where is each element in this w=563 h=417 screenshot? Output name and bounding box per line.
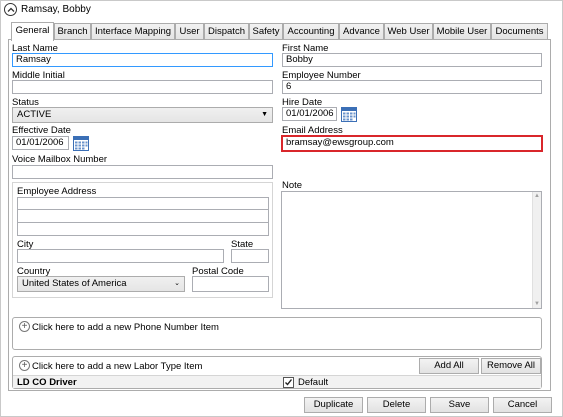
voice-mailbox-label: Voice Mailbox Number bbox=[12, 154, 108, 165]
delete-button[interactable]: Delete bbox=[367, 397, 426, 413]
tab-branch[interactable]: Branch bbox=[54, 23, 91, 40]
note-label: Note bbox=[282, 180, 303, 191]
tab-web-user[interactable]: Web User bbox=[384, 23, 433, 40]
tab-general[interactable]: General bbox=[11, 22, 54, 41]
window-title: Ramsay, Bobby bbox=[21, 4, 91, 15]
employee-number-field[interactable]: 6 bbox=[282, 80, 542, 94]
postal-code-field[interactable] bbox=[192, 276, 269, 292]
tab-advance[interactable]: Advance bbox=[339, 23, 384, 40]
chevron-down-icon: ▼ bbox=[261, 111, 268, 118]
add-circle-icon[interactable]: + bbox=[19, 360, 30, 371]
hire-date-field[interactable]: 01/01/2006 bbox=[282, 107, 337, 121]
status-select[interactable]: ACTIVE ▼ bbox=[12, 107, 273, 123]
note-textarea[interactable]: ▲ ▼ bbox=[281, 191, 542, 309]
tab-safety[interactable]: Safety bbox=[249, 23, 283, 40]
labor-type-row[interactable]: LD CO Driver Default bbox=[13, 375, 541, 388]
collapse-chevron-icon[interactable] bbox=[4, 3, 17, 16]
scroll-down-icon[interactable]: ▼ bbox=[534, 301, 540, 307]
status-select-value: ACTIVE bbox=[17, 109, 52, 120]
phone-number-section: + Click here to add a new Phone Number I… bbox=[12, 317, 542, 350]
labor-type-name: LD CO Driver bbox=[17, 377, 77, 388]
email-address-field[interactable]: bramsay@ewsgroup.com bbox=[281, 135, 543, 152]
save-button[interactable]: Save bbox=[430, 397, 489, 413]
duplicate-button[interactable]: Duplicate bbox=[304, 397, 363, 413]
calendar-icon[interactable] bbox=[341, 106, 357, 122]
add-labor-type-link[interactable]: Click here to add a new Labor Type Item bbox=[32, 361, 202, 372]
add-circle-icon[interactable]: + bbox=[19, 321, 30, 332]
default-checkbox[interactable] bbox=[283, 377, 294, 388]
tab-documents[interactable]: Documents bbox=[491, 23, 548, 40]
add-all-button[interactable]: Add All bbox=[419, 358, 479, 374]
address-line2-field[interactable] bbox=[17, 209, 269, 223]
tab-interface-mapping[interactable]: Interface Mapping bbox=[91, 23, 175, 40]
tab-user[interactable]: User bbox=[175, 23, 204, 40]
country-select[interactable]: United States of America ⌄ bbox=[17, 276, 185, 292]
voice-mailbox-field[interactable] bbox=[12, 165, 273, 179]
last-name-field[interactable]: Ramsay bbox=[12, 53, 273, 67]
city-field[interactable] bbox=[17, 249, 224, 263]
employee-address-label: Employee Address bbox=[17, 186, 97, 197]
cancel-button[interactable]: Cancel bbox=[493, 397, 552, 413]
state-field[interactable] bbox=[231, 249, 269, 263]
first-name-field[interactable]: Bobby bbox=[282, 53, 542, 67]
labor-type-section: + Click here to add a new Labor Type Ite… bbox=[12, 356, 542, 389]
country-select-value: United States of America bbox=[22, 278, 127, 289]
tab-mobile-user[interactable]: Mobile User bbox=[433, 23, 491, 40]
add-phone-number-link[interactable]: Click here to add a new Phone Number Ite… bbox=[32, 322, 219, 333]
effective-date-field[interactable]: 01/01/2006 bbox=[12, 136, 69, 150]
scroll-up-icon[interactable]: ▲ bbox=[534, 193, 540, 199]
middle-initial-field[interactable] bbox=[12, 80, 273, 94]
effective-date-label: Effective Date bbox=[12, 125, 71, 136]
calendar-icon[interactable] bbox=[73, 135, 89, 151]
address-line3-field[interactable] bbox=[17, 222, 269, 236]
tab-dispatch[interactable]: Dispatch bbox=[204, 23, 249, 40]
title-bar: Ramsay, Bobby bbox=[0, 0, 563, 20]
tab-accounting[interactable]: Accounting bbox=[283, 23, 339, 40]
chevron-down-icon: ⌄ bbox=[174, 280, 180, 287]
default-label: Default bbox=[298, 377, 329, 388]
remove-all-button[interactable]: Remove All bbox=[481, 358, 541, 374]
note-scrollbar[interactable]: ▲ ▼ bbox=[532, 192, 541, 308]
